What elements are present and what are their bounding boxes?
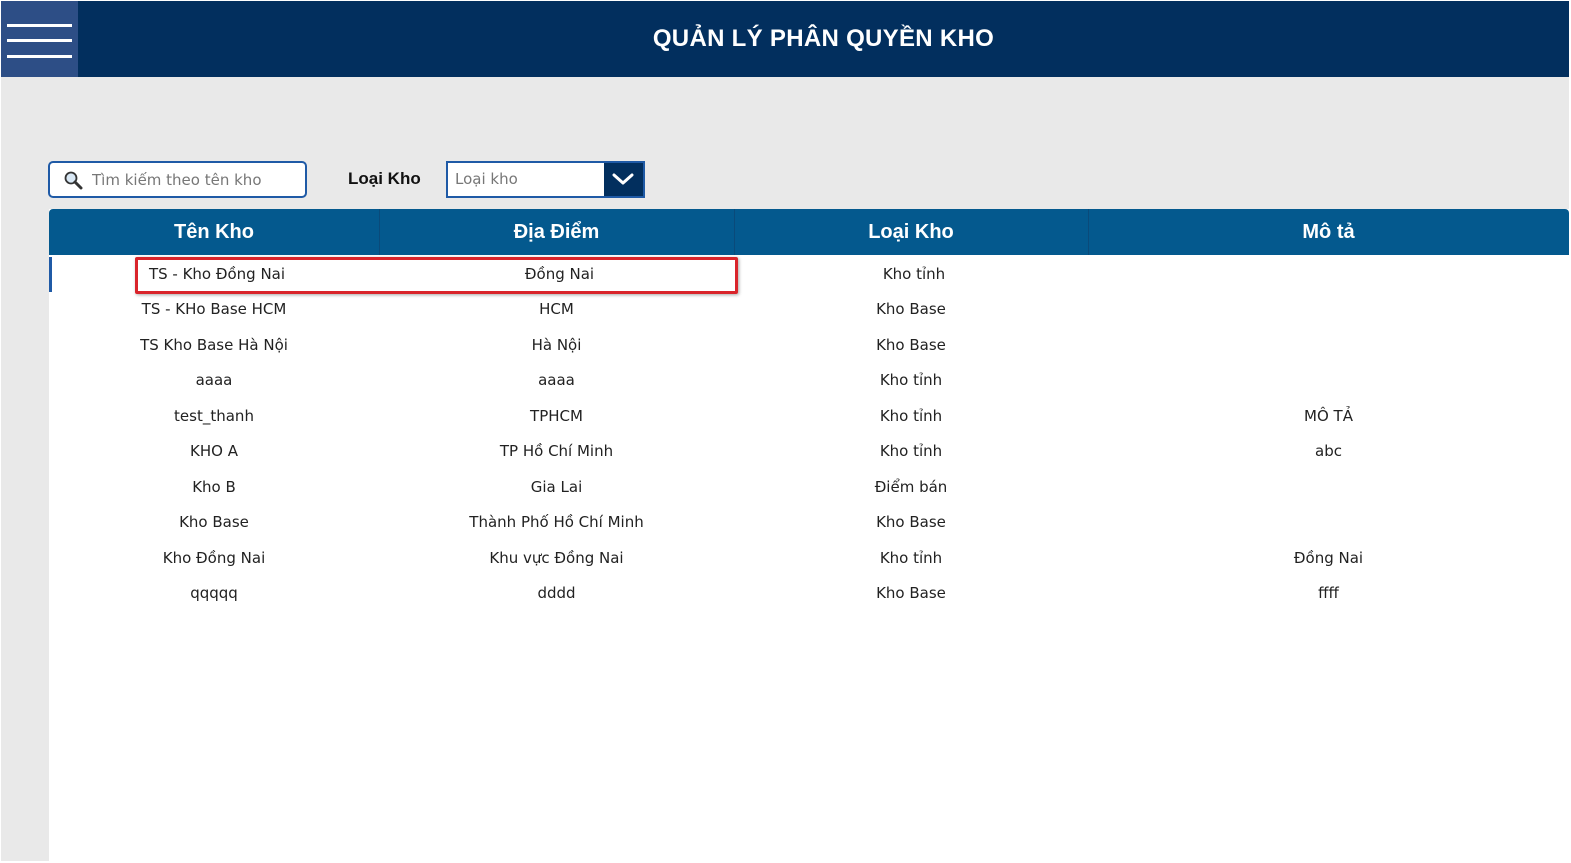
- cell-name: Kho B: [192, 478, 236, 496]
- cell-description: [1088, 328, 1569, 363]
- warehouse-type-select-value: Loại kho: [455, 170, 518, 188]
- cell-name: TS Kho Base Hà Nội: [140, 336, 288, 354]
- app-header: QUẢN LÝ PHÂN QUYỀN KHO: [1, 1, 1569, 77]
- cell-location: Khu vực Đồng Nai: [489, 549, 624, 567]
- cell-name: aaaa: [195, 371, 233, 389]
- table-row[interactable]: aaaa aaaa Kho tỉnh: [49, 363, 1569, 398]
- table-row[interactable]: Kho Base Thành Phố Hồ Chí Minh Kho Base: [49, 505, 1569, 540]
- cell-description: abc: [1315, 442, 1342, 460]
- cell-name: test_thanh: [174, 407, 254, 425]
- table-row[interactable]: TS Kho Base Hà Nội Hà Nội Kho Base: [49, 328, 1569, 363]
- cell-type: Kho Base: [876, 513, 946, 531]
- cell-location: HCM: [539, 300, 574, 318]
- cell-type: Kho tỉnh: [879, 442, 943, 460]
- cell-name: Kho Đồng Nai: [162, 549, 266, 567]
- cell-type: Kho tỉnh: [879, 407, 943, 425]
- search-input[interactable]: [92, 163, 297, 196]
- cell-description: Đồng Nai: [1293, 549, 1364, 567]
- cell-location: Đồng Nai: [524, 265, 595, 283]
- warehouse-type-label: Loại Kho: [348, 169, 421, 188]
- table-row[interactable]: KHO A TP Hồ Chí Minh Kho tỉnh abc: [49, 434, 1569, 469]
- cell-description: [1091, 257, 1569, 292]
- cell-name: TS - Kho Đồng Nai: [148, 265, 286, 283]
- search-box[interactable]: [48, 161, 307, 198]
- table-row[interactable]: qqqqq dddd Kho Base ffff: [49, 576, 1569, 611]
- table-header: Tên Kho Địa Điểm Loại Kho Mô tả: [49, 209, 1569, 255]
- cell-location: dddd: [537, 584, 576, 602]
- cell-description: [1088, 292, 1569, 327]
- cell-description: [1088, 363, 1569, 398]
- table-row[interactable]: TS - KHo Base HCM HCM Kho Base: [49, 292, 1569, 327]
- cell-description: MÔ TẢ: [1304, 407, 1353, 425]
- dropdown-toggle[interactable]: [604, 163, 643, 196]
- menu-bar: [7, 55, 72, 58]
- cell-location: Hà Nội: [531, 336, 582, 354]
- table-row[interactable]: TS - Kho Đồng Nai Đồng Nai Kho tỉnh: [49, 257, 1569, 292]
- menu-bar: [7, 24, 72, 27]
- chevron-down-icon: [612, 173, 634, 185]
- page-title: QUẢN LÝ PHÂN QUYỀN KHO: [652, 25, 995, 52]
- cell-type: Điểm bán: [874, 478, 948, 496]
- cell-description: ffff: [1318, 584, 1339, 602]
- column-header-name[interactable]: Tên Kho: [49, 209, 380, 255]
- table-row[interactable]: Kho Đồng Nai Khu vực Đồng Nai Kho tỉnh Đ…: [49, 541, 1569, 576]
- warehouse-type-select[interactable]: Loại kho: [446, 161, 645, 198]
- menu-bar: [7, 39, 72, 42]
- cell-type: Kho tỉnh: [879, 371, 943, 389]
- table-row[interactable]: Kho B Gia Lai Điểm bán: [49, 470, 1569, 505]
- warehouse-table: Tên Kho Địa Điểm Loại Kho Mô tả TS - Kho…: [49, 209, 1569, 861]
- cell-description: [1088, 505, 1569, 540]
- column-header-type[interactable]: Loại Kho: [734, 209, 1089, 255]
- table-row[interactable]: test_thanh TPHCM Kho tỉnh MÔ TẢ: [49, 399, 1569, 434]
- cell-location: Thành Phố Hồ Chí Minh: [469, 513, 644, 531]
- column-header-description[interactable]: Mô tả: [1088, 209, 1569, 255]
- magnifier-icon: [63, 170, 83, 190]
- cell-name: qqqqq: [190, 584, 238, 602]
- cell-name: KHO A: [190, 442, 238, 460]
- app-window: QUẢN LÝ PHÂN QUYỀN KHO Loại Kho Loại kho…: [1, 1, 1569, 861]
- cell-type: Kho Base: [876, 336, 946, 354]
- column-header-location[interactable]: Địa Điểm: [379, 209, 735, 255]
- cell-name: Kho Base: [179, 513, 249, 531]
- cell-name: TS - KHo Base HCM: [141, 300, 287, 318]
- cell-type: Kho Base: [876, 300, 946, 318]
- cell-description: [1088, 470, 1569, 505]
- cell-location: aaaa: [538, 371, 575, 389]
- cell-location: TP Hồ Chí Minh: [499, 442, 614, 460]
- cell-location: TPHCM: [530, 407, 583, 425]
- hamburger-menu-icon[interactable]: [1, 1, 78, 77]
- cell-type: Kho tỉnh: [882, 265, 946, 283]
- cell-location: Gia Lai: [530, 478, 583, 496]
- cell-type: Kho Base: [876, 584, 946, 602]
- cell-type: Kho tỉnh: [879, 549, 943, 567]
